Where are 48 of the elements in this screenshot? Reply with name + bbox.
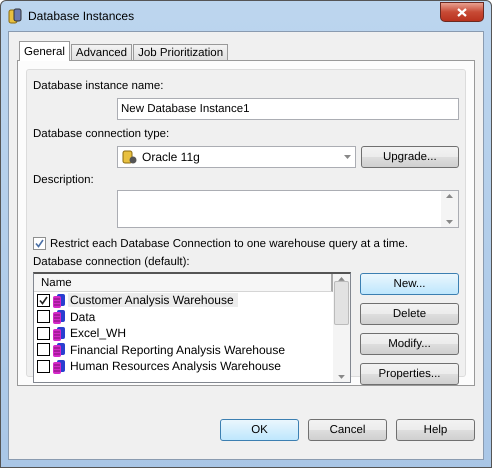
dialog-button[interactable]: Help (396, 419, 475, 441)
tab[interactable]: General (19, 41, 70, 61)
list-action-button[interactable]: Modify... (360, 333, 459, 355)
tab[interactable]: Advanced (70, 44, 132, 61)
database-icon (52, 292, 66, 308)
upgrade-button[interactable]: Upgrade... (360, 146, 459, 168)
row-checkbox[interactable] (37, 343, 50, 356)
up-arrow-icon[interactable] (338, 277, 345, 281)
list-action-button[interactable]: Delete (360, 303, 459, 325)
restrict-checkbox[interactable] (33, 237, 46, 250)
database-icon (122, 149, 138, 165)
database-icon (52, 358, 66, 374)
row-checkbox[interactable] (37, 310, 50, 324)
close-icon (457, 8, 467, 16)
window-title: Database Instances (28, 9, 136, 23)
tab[interactable]: Job Prioritization (133, 44, 228, 61)
checkbox-label: Restrict each Database Connection to one warehouse query at a time. (50, 238, 408, 250)
list-item[interactable]: Customer Analysis Warehouse (68, 293, 238, 308)
dialog-button[interactable]: Cancel (308, 419, 387, 441)
down-arrow-icon[interactable] (446, 220, 453, 224)
column-header[interactable]: Name (34, 274, 333, 292)
down-arrow-icon[interactable] (344, 155, 351, 159)
list-item[interactable]: Financial Reporting Analysis Warehouse (68, 342, 289, 357)
list-action-button[interactable]: Properties... (360, 363, 459, 385)
database-icon (8, 8, 22, 24)
list-item[interactable]: Excel_WH (68, 326, 130, 340)
row-checkbox[interactable] (37, 294, 50, 307)
list-item[interactable]: Data (68, 310, 100, 324)
field-label: Database instance name: (33, 80, 164, 92)
field-label: Database connection type: (33, 128, 170, 140)
list-item[interactable]: Human Resources Analysis Warehouse (68, 359, 285, 374)
database-icon (52, 342, 66, 358)
description-field[interactable] (117, 190, 459, 228)
database-icon (52, 309, 66, 324)
list-action-button[interactable]: New... (360, 273, 459, 295)
connection-type-dropdown[interactable]: Oracle 11g (117, 146, 356, 168)
down-arrow-icon[interactable] (338, 375, 345, 379)
row-checkbox[interactable] (37, 326, 50, 340)
field-label: Description: (33, 174, 95, 186)
scrollbar[interactable] (333, 274, 350, 382)
database-icon (52, 326, 66, 341)
up-arrow-icon[interactable] (446, 194, 453, 198)
scroll-thumb[interactable] (334, 280, 349, 326)
instance-name-field[interactable]: New Database Instance1 (117, 98, 459, 120)
dialog-button[interactable]: OK (220, 419, 299, 441)
close-button[interactable] (440, 2, 484, 22)
row-checkbox[interactable] (37, 360, 50, 373)
field-label: Database connection (default): (33, 256, 191, 268)
